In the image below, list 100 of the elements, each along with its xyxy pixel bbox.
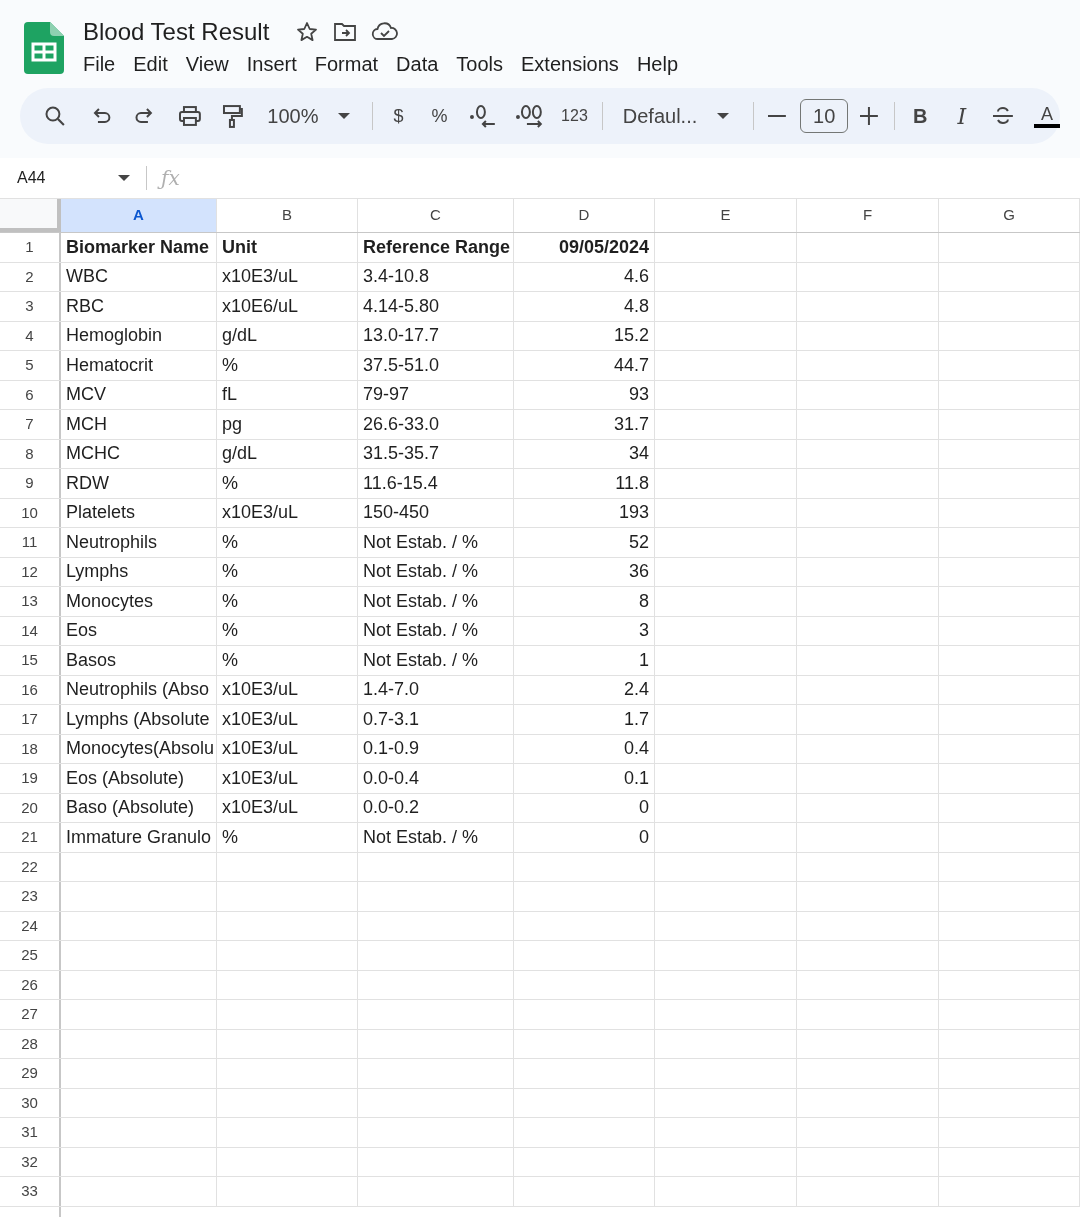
cell-text: 0.7-3.1	[363, 707, 420, 731]
plus-icon[interactable]	[860, 107, 878, 125]
zoom-dropdown[interactable]: 100%	[267, 101, 351, 131]
cell-text: %	[222, 471, 238, 495]
cell-text: RDW	[66, 471, 109, 495]
cell-text: x10E3/uL	[222, 265, 299, 289]
cell-text: MCV	[66, 383, 106, 407]
cell-text: 0	[639, 796, 649, 820]
cell-text: 11.6-15.4	[363, 471, 438, 495]
cell-text: fL	[222, 383, 237, 407]
cell-text: 4.6	[623, 265, 649, 289]
more-formats-button[interactable]: 123	[561, 104, 588, 128]
cell-text: Not Estab. / %	[363, 648, 479, 672]
cell-text: Immature Granulo	[66, 825, 212, 849]
menu-item[interactable]: Help	[628, 50, 686, 78]
cell-text: Basos	[66, 648, 117, 672]
currency-format-button[interactable]: $	[393, 102, 404, 130]
cell-text: Not Estab. / %	[363, 619, 479, 643]
cell-text: %	[222, 353, 238, 377]
cell-text: 31.7	[613, 412, 649, 436]
minus-icon[interactable]	[768, 114, 787, 118]
cell-text: MCHC	[66, 442, 120, 466]
decrease-decimal-icon[interactable]	[469, 103, 498, 129]
cell-text: 4.8	[623, 294, 649, 318]
cell-text: Biomarker Name	[66, 235, 210, 259]
cell-text: WBC	[66, 265, 108, 289]
cell-text: 3	[639, 619, 649, 643]
menu-item[interactable]: Data	[388, 50, 447, 78]
cell-text: Lymphs (Absolute	[66, 707, 210, 731]
cell-text: 0.1	[623, 766, 649, 790]
search-icon[interactable]	[44, 105, 66, 127]
star-icon[interactable]	[295, 20, 320, 44]
cell-text: %	[222, 619, 238, 643]
cell-text: x10E3/uL	[222, 707, 299, 731]
name-box[interactable]: A44	[0, 166, 136, 190]
cell-text: 150-450	[363, 501, 430, 525]
menu-item[interactable]: File	[75, 50, 124, 78]
folder-icon[interactable]	[333, 21, 358, 43]
font-size-field[interactable]: 10	[800, 99, 849, 133]
text-color-button[interactable]: A	[1034, 104, 1061, 128]
cell-text: x10E3/uL	[222, 501, 299, 525]
cell-text: 0.0-0.4	[363, 766, 420, 790]
cell-text: Not Estab. / %	[363, 589, 479, 613]
cell-text: %	[222, 589, 238, 613]
cell-text: 0.0-0.2	[363, 796, 420, 820]
cell-text: Neutrophils	[66, 530, 158, 554]
cell-text: 79-97	[363, 383, 410, 407]
menu-item[interactable]: Tools	[448, 50, 512, 78]
bold-button[interactable]: B	[913, 101, 928, 131]
cell-text: 36	[628, 560, 649, 584]
cell-text: RBC	[66, 294, 104, 318]
italic-button[interactable]: I	[957, 99, 967, 133]
cell-text: 4.14-5.80	[363, 294, 440, 318]
menu-item[interactable]: Extensions	[513, 50, 627, 78]
menu-item[interactable]: Insert	[238, 50, 305, 78]
cell-text: 26.6-33.0	[363, 412, 440, 436]
cell-text: 34	[628, 442, 649, 466]
cell-text: MCH	[66, 412, 107, 436]
cell-text: Not Estab. / %	[363, 825, 479, 849]
cell-text: Not Estab. / %	[363, 530, 479, 554]
cell-text: 193	[618, 501, 649, 525]
document-title[interactable]: Blood Test Result	[83, 16, 270, 48]
cell-text: Eos (Absolute)	[66, 766, 185, 790]
caret-icon	[118, 175, 130, 181]
cell-text: Reference Range	[363, 235, 511, 259]
cell-text: Hematocrit	[66, 353, 154, 377]
menu-item[interactable]: Format	[306, 50, 387, 78]
cell-text: g/dL	[222, 442, 258, 466]
print-icon[interactable]	[177, 105, 202, 127]
cell-text: x10E6/uL	[222, 294, 299, 318]
cell-text: 37.5-51.0	[363, 353, 440, 377]
menu-item[interactable]: Edit	[125, 50, 176, 78]
cell-text: Monocytes	[66, 589, 154, 613]
cell-text: Not Estab. / %	[363, 560, 479, 584]
cell-text: x10E3/uL	[222, 766, 299, 790]
cell-text: 0	[639, 825, 649, 849]
cell-text: 1.4-7.0	[363, 678, 420, 702]
font-dropdown[interactable]: Defaul...	[622, 101, 730, 131]
cell-text: Monocytes(Absolu	[66, 737, 215, 761]
cell-text: 0.1-0.9	[363, 737, 420, 761]
cell-text: 15.2	[613, 324, 649, 348]
cell-text: g/dL	[222, 324, 258, 348]
cell-text: %	[222, 648, 238, 672]
cloud-check-icon[interactable]	[371, 21, 400, 43]
spreadsheet-logo-icon[interactable]	[24, 22, 64, 74]
percent-format-button[interactable]: %	[431, 102, 448, 130]
cell-text: Lymphs	[66, 560, 129, 584]
cell-text: 3.4-10.8	[363, 265, 430, 289]
cell-text: 11.8	[615, 471, 649, 495]
cell-text: Platelets	[66, 501, 136, 525]
cell-text: 1.7	[623, 707, 649, 731]
strikethrough-icon[interactable]	[992, 105, 1015, 127]
paint-format-icon[interactable]	[221, 104, 244, 128]
cell-text: pg	[222, 412, 243, 436]
corner-cell[interactable]	[0, 199, 61, 232]
cell-text: 8	[639, 589, 649, 613]
column-header[interactable]: A	[61, 199, 217, 232]
menu-item[interactable]: View	[177, 50, 237, 78]
cell-text: 44.7	[613, 353, 649, 377]
cell-text: Hemoglobin	[66, 324, 163, 348]
